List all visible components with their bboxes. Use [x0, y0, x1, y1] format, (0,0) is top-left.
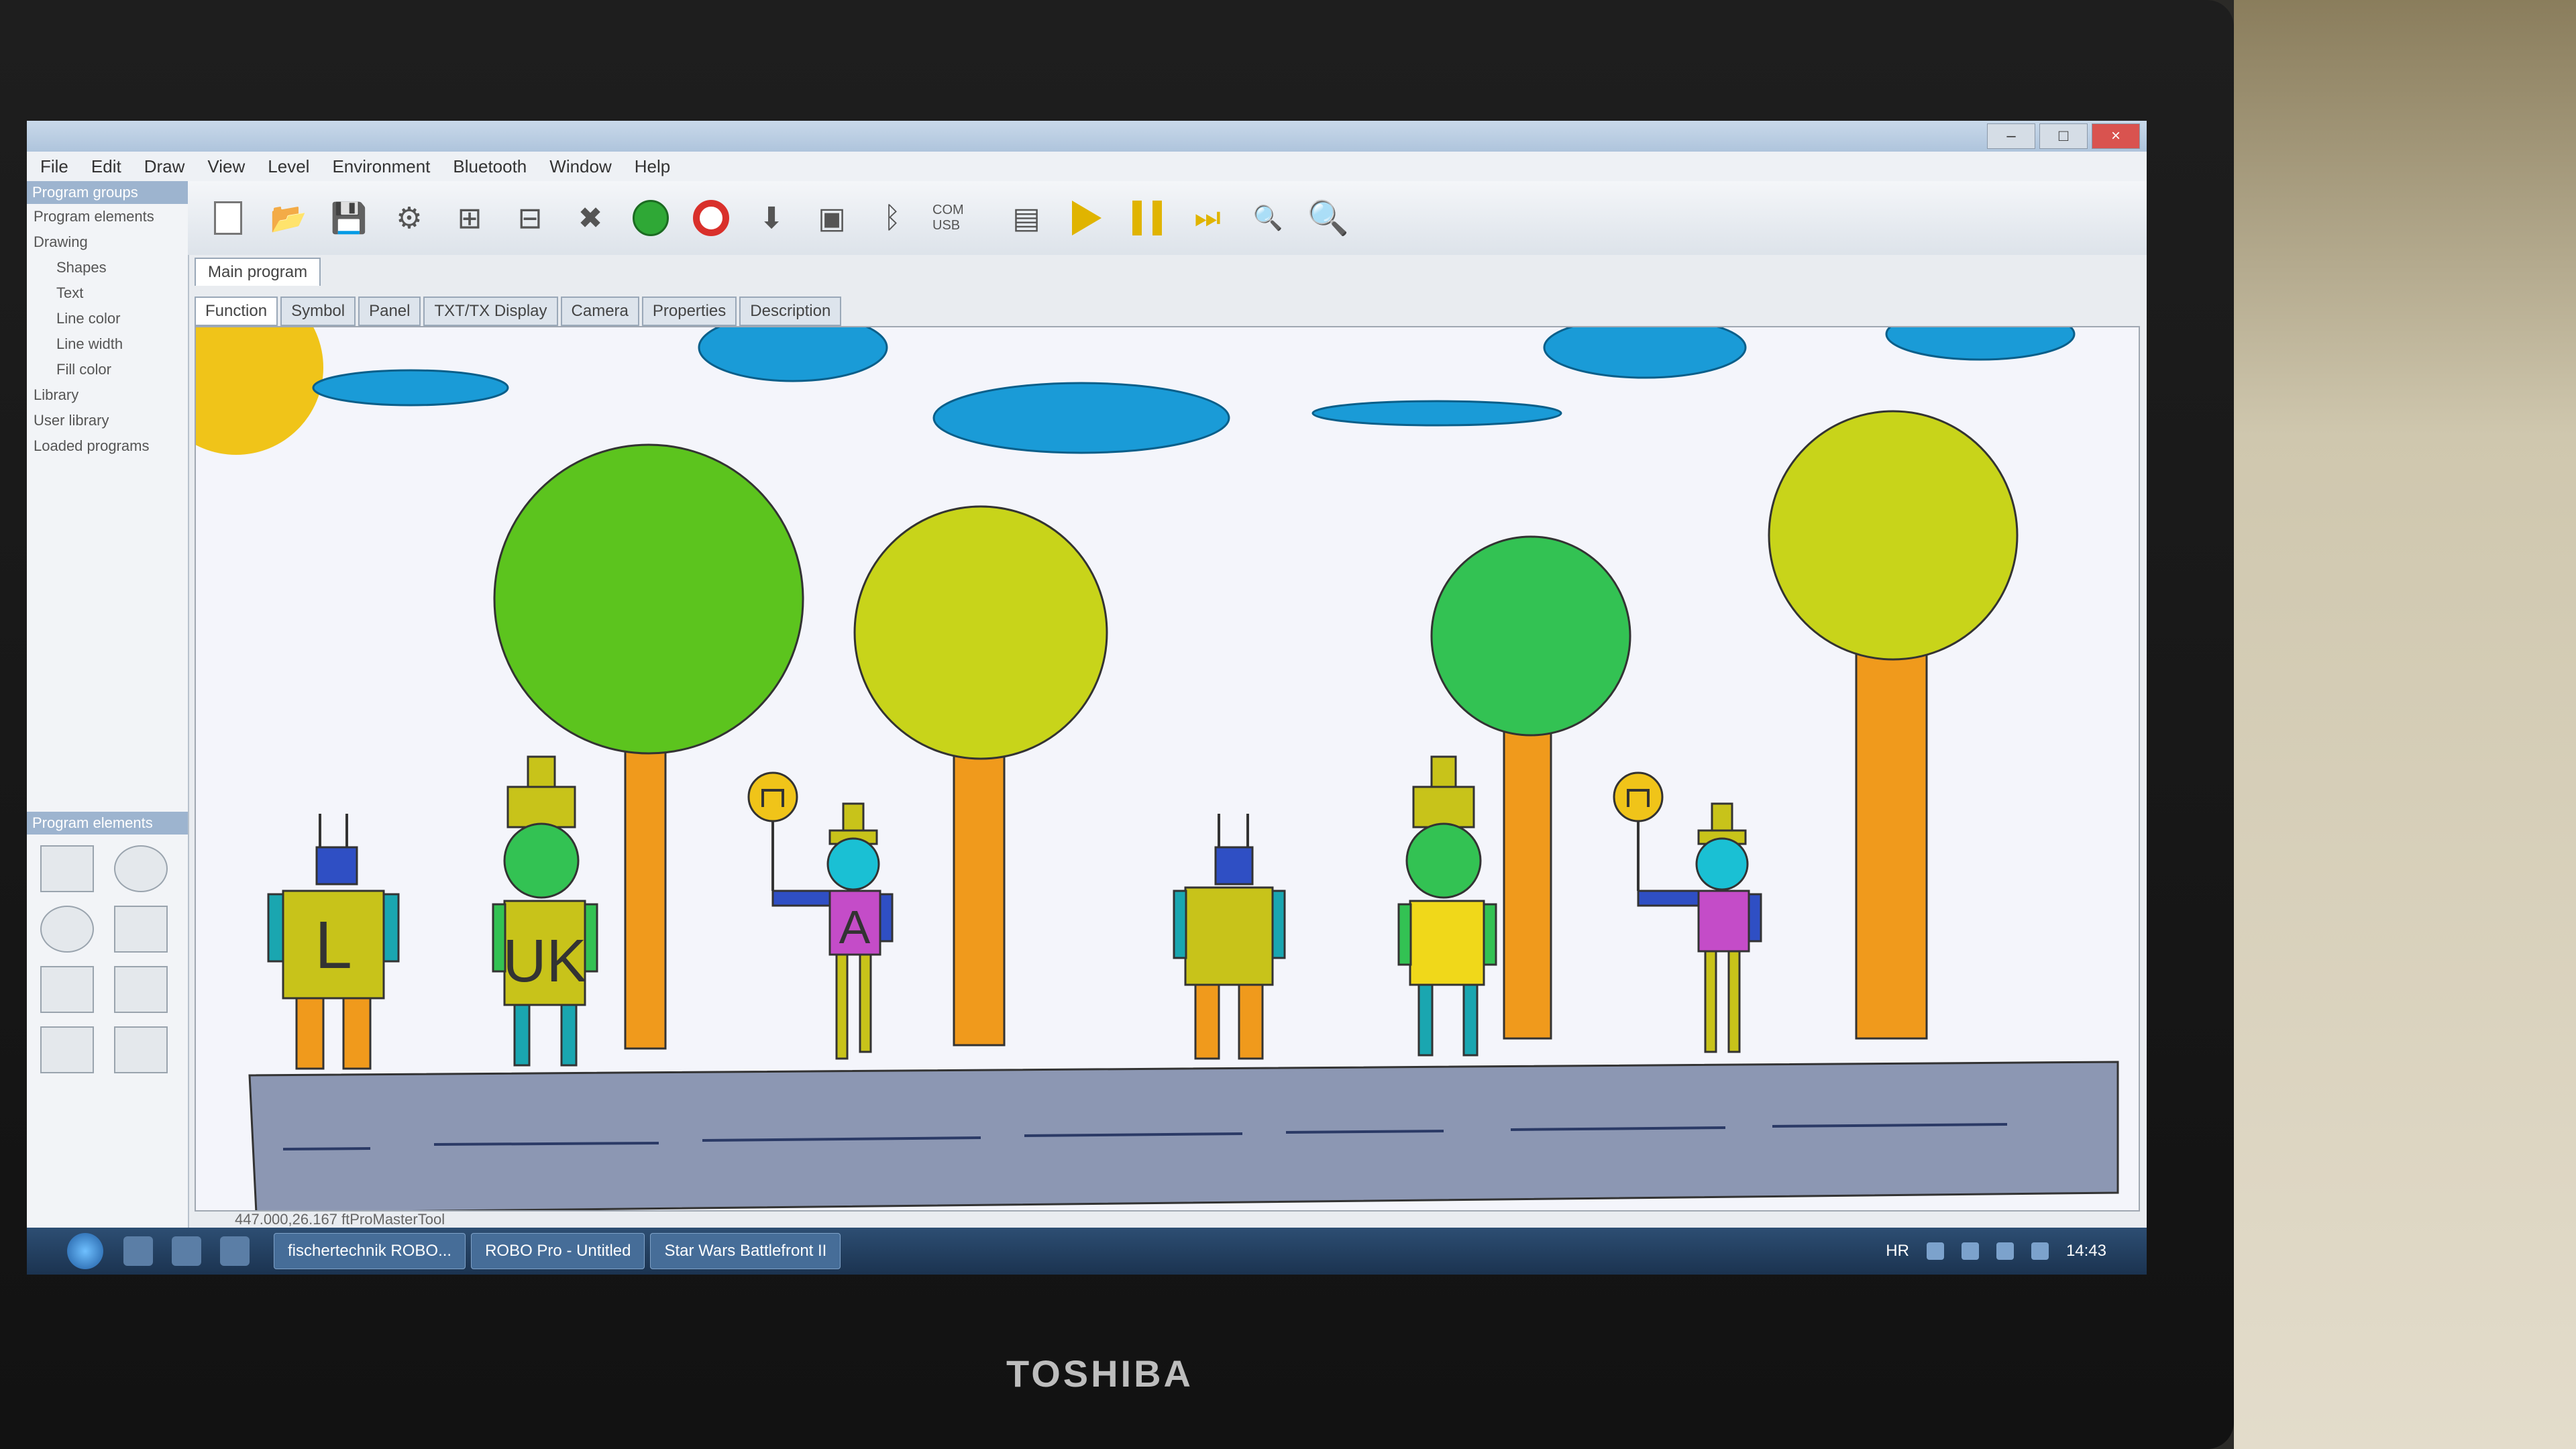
road: [248, 1061, 2119, 1210]
tab-panel[interactable]: Panel: [358, 297, 421, 326]
zoom-in-icon[interactable]: 🔍: [1307, 198, 1349, 238]
menu-view[interactable]: View: [207, 156, 245, 177]
tree-item-drawing[interactable]: Drawing: [27, 229, 188, 255]
ellipse-shape-icon[interactable]: [40, 906, 94, 953]
robot-label-l: L: [315, 908, 352, 983]
tree-item-user-library[interactable]: User library: [27, 408, 188, 433]
open-folder-icon[interactable]: 📂: [268, 198, 309, 238]
play-icon[interactable]: [1067, 198, 1107, 238]
tab-camera[interactable]: Camera: [560, 297, 639, 326]
title-bar: – □ ×: [27, 121, 2147, 152]
pinned-app-icon[interactable]: [172, 1236, 201, 1266]
panel-title: Program groups: [27, 181, 188, 204]
volume-icon[interactable]: [1961, 1242, 1979, 1260]
tree-item-program-elements[interactable]: Program elements: [27, 204, 188, 229]
cloud: [312, 369, 509, 407]
drawing-scene: L UK A: [196, 327, 2139, 1210]
delete-icon[interactable]: ✖: [570, 198, 610, 238]
language-indicator[interactable]: HR: [1886, 1242, 1909, 1260]
cloud: [1311, 400, 1562, 427]
taskbar-button-star-wars[interactable]: Star Wars Battlefront II: [650, 1233, 841, 1269]
pinned-folder-icon[interactable]: [220, 1236, 250, 1266]
tree-item-text[interactable]: Text: [27, 280, 188, 306]
robot-label-a: A: [839, 901, 871, 953]
taskbar-button-fischertechnik[interactable]: fischertechnik ROBO...: [274, 1233, 466, 1269]
palette-title: Program elements: [27, 812, 188, 835]
segment-shape-icon[interactable]: [114, 966, 168, 1013]
tree-item-library[interactable]: Library: [27, 382, 188, 408]
menu-draw[interactable]: Draw: [144, 156, 185, 177]
minimize-button[interactable]: –: [1987, 123, 2035, 149]
tab-function[interactable]: Function: [195, 297, 278, 326]
polyline-shape-icon[interactable]: [114, 1026, 168, 1073]
arc-shape-icon[interactable]: [40, 966, 94, 1013]
line-shape-icon[interactable]: [40, 1026, 94, 1073]
robot-label-uk: UK: [502, 928, 586, 995]
menu-edit[interactable]: Edit: [91, 156, 121, 177]
new-file-icon[interactable]: [208, 198, 248, 238]
cloud: [932, 382, 1230, 454]
system-tray: HR 14:43: [1886, 1242, 2147, 1260]
stop-icon[interactable]: [691, 198, 731, 238]
table-icon[interactable]: ⊟: [510, 198, 550, 238]
battery-icon[interactable]: [1996, 1242, 2014, 1260]
start-button-icon[interactable]: [67, 1233, 103, 1269]
pause-icon[interactable]: [1127, 198, 1167, 238]
close-button[interactable]: ×: [2092, 123, 2140, 149]
menu-level[interactable]: Level: [268, 156, 309, 177]
interface-icon[interactable]: ▣: [812, 198, 852, 238]
tab-txt-display[interactable]: TXT/TX Display: [423, 297, 558, 326]
laptop-bezel: TOSHIBA – □ × File Edit Draw View Level …: [0, 0, 2234, 1449]
shape-palette: [40, 845, 174, 1073]
tree-item-line-color[interactable]: Line color: [27, 306, 188, 331]
taskbar-button-robo-pro[interactable]: ROBO Pro - Untitled: [471, 1233, 645, 1269]
menu-environment[interactable]: Environment: [332, 156, 430, 177]
laptop-brand: TOSHIBA: [1006, 1352, 1193, 1395]
zoom-out-icon[interactable]: 🔍: [1248, 198, 1288, 238]
tab-description[interactable]: Description: [739, 297, 842, 326]
taskbar: fischertechnik ROBO... ROBO Pro - Untitl…: [27, 1228, 2147, 1275]
network-icon[interactable]: [1926, 1242, 1944, 1260]
step-icon[interactable]: ⏭: [1187, 198, 1228, 238]
menu-bar: File Edit Draw View Level Environment Bl…: [27, 152, 2147, 181]
pinned-app-icon[interactable]: [123, 1236, 153, 1266]
tree-item-fill-color[interactable]: Fill color: [27, 357, 188, 382]
flag-icon[interactable]: [2031, 1242, 2049, 1260]
tree-item-line-width[interactable]: Line width: [27, 331, 188, 357]
polygon-shape-icon[interactable]: [114, 906, 168, 953]
status-line: 447.000,26.167 ftProMasterTool: [235, 1211, 445, 1228]
function-tabs: Function Symbol Panel TXT/TX Display Cam…: [195, 297, 842, 326]
desk-background: [2234, 0, 2576, 1449]
com-usb-icon[interactable]: COM USB: [932, 198, 986, 238]
split-icon[interactable]: ⊞: [449, 198, 490, 238]
menu-file[interactable]: File: [40, 156, 68, 177]
drawing-canvas[interactable]: L UK A: [195, 326, 2140, 1212]
main-toolbar: 📂 💾 ⚙ ⊞ ⊟ ✖ ⬇ ▣ ᛒ COM USB ▤ ⏭ 🔍 🔍: [188, 181, 2147, 255]
clock[interactable]: 14:43: [2066, 1242, 2106, 1260]
tab-symbol[interactable]: Symbol: [280, 297, 356, 326]
save-icon[interactable]: 💾: [329, 198, 369, 238]
menu-help[interactable]: Help: [635, 156, 670, 177]
tab-properties[interactable]: Properties: [641, 297, 737, 326]
robot-icon[interactable]: ⚙: [389, 198, 429, 238]
tree-item-loaded-programs[interactable]: Loaded programs: [27, 433, 188, 459]
circle-shape-icon[interactable]: [114, 845, 168, 892]
menu-bluetooth[interactable]: Bluetooth: [453, 156, 527, 177]
bluetooth-icon[interactable]: ᛒ: [872, 198, 912, 238]
start-icon[interactable]: [631, 198, 671, 238]
menu-window[interactable]: Window: [549, 156, 611, 177]
tree-item-shapes[interactable]: Shapes: [27, 255, 188, 280]
screen: – □ × File Edit Draw View Level Environm…: [27, 121, 2147, 1275]
maximize-button[interactable]: □: [2039, 123, 2088, 149]
window-icon[interactable]: ▤: [1006, 198, 1046, 238]
rectangle-shape-icon[interactable]: [40, 845, 94, 892]
download-icon[interactable]: ⬇: [751, 198, 792, 238]
tab-main-program[interactable]: Main program: [195, 258, 321, 286]
program-groups-panel: Program groups Program elements Drawing …: [27, 181, 189, 1228]
